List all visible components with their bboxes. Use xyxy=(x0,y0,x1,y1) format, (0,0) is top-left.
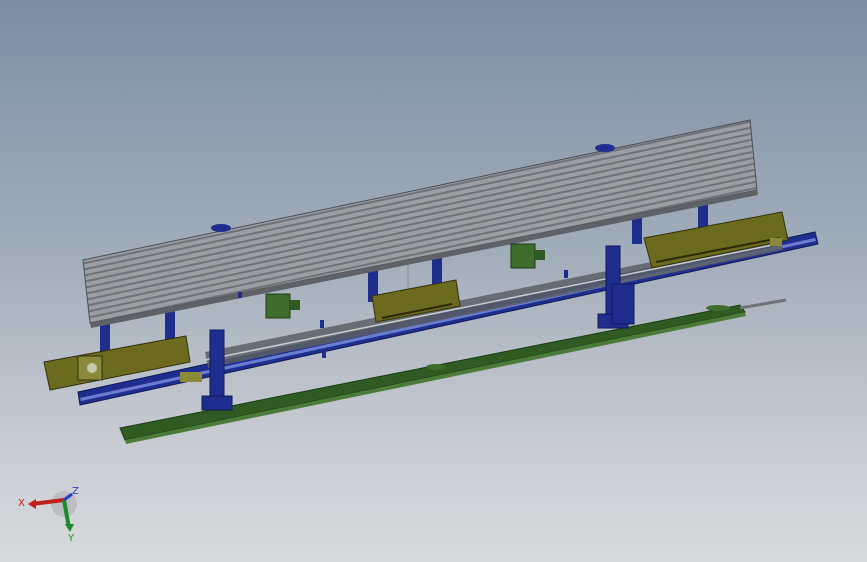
graphics-viewport[interactable]: X Y Z xyxy=(0,0,867,562)
y-axis-label: Y xyxy=(67,533,75,544)
y-axis-arrow xyxy=(65,524,74,532)
bed-bracket-left xyxy=(211,224,231,232)
x-axis-label: X xyxy=(18,498,25,509)
rod-end xyxy=(739,298,787,310)
cad-model-scene[interactable] xyxy=(0,0,867,562)
x-axis-arrow xyxy=(28,499,36,509)
orientation-triad: X Y Z xyxy=(18,486,79,544)
z-axis-label: Z xyxy=(72,486,79,497)
motor-left[interactable] xyxy=(265,293,300,319)
motor-right[interactable] xyxy=(510,243,545,269)
bed-bracket-right xyxy=(595,144,615,152)
